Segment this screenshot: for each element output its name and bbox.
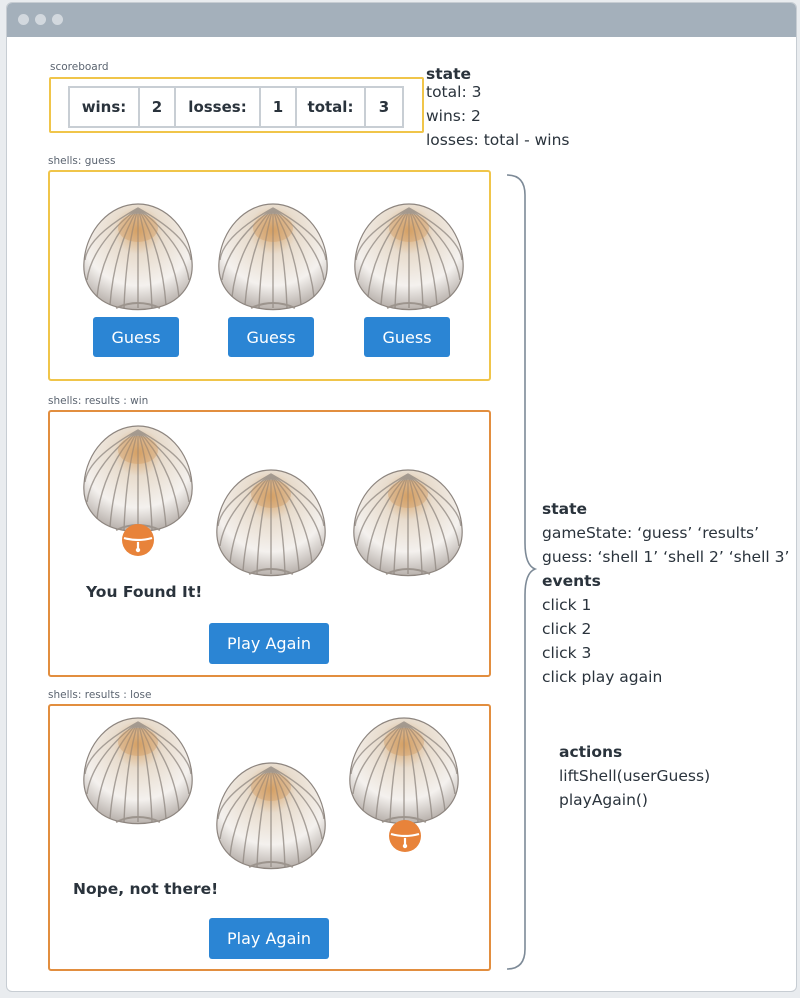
actions-notes: actions liftShell(userGuess) playAgain()	[559, 740, 710, 812]
guess-button-2[interactable]: Guess	[228, 317, 314, 357]
losses-value: 1	[261, 88, 297, 126]
seashell-icon	[80, 200, 196, 312]
browser-window: scoreboard wins: 2 losses: 1 total: 3 st…	[6, 2, 797, 992]
guess-button-3[interactable]: Guess	[364, 317, 450, 357]
seashell-icon	[213, 759, 329, 871]
window-maximize-dot[interactable]	[52, 14, 63, 25]
action-liftshell: liftShell(userGuess)	[559, 767, 711, 785]
state-line-gamestate: gameState: ‘guess’ ‘results’	[542, 524, 760, 542]
pearl-icon	[387, 818, 423, 854]
shells-notes: state gameState: ‘guess’ ‘results’ guess…	[542, 497, 789, 689]
scoreboard-state-note: state total: 3 wins: 2 losses: total - w…	[426, 62, 569, 152]
play-again-button-lose[interactable]: Play Again	[209, 918, 329, 959]
guess-panel-caption: shells: guess	[48, 155, 116, 167]
scoreboard-caption: scoreboard	[50, 61, 109, 73]
state-line-total: total: 3	[426, 83, 482, 101]
guess-button-1[interactable]: Guess	[93, 317, 179, 357]
event-click-3: click 3	[542, 644, 592, 662]
seashell-icon	[350, 466, 466, 578]
shells-state-heading: state	[542, 500, 588, 518]
event-click-1: click 1	[542, 596, 592, 614]
play-again-button-win[interactable]: Play Again	[209, 623, 329, 664]
score-table: wins: 2 losses: 1 total: 3	[68, 86, 404, 128]
seashell-icon	[213, 466, 329, 578]
wins-value: 2	[140, 88, 176, 126]
pearl-icon	[120, 522, 156, 558]
window-close-dot[interactable]	[18, 14, 29, 25]
wins-label: wins:	[70, 88, 140, 126]
losses-label: losses:	[176, 88, 261, 126]
state-line-guess: guess: ‘shell 1’ ‘shell 2’ ‘shell 3’	[542, 548, 790, 566]
seashell-icon	[80, 714, 196, 826]
actions-heading: actions	[559, 743, 623, 761]
event-click-2: click 2	[542, 620, 592, 638]
seashell-icon	[346, 714, 462, 826]
shells-guess-panel: Guess Guess Guess	[48, 170, 491, 381]
total-value: 3	[378, 98, 390, 116]
window-minimize-dot[interactable]	[35, 14, 46, 25]
action-playagain: playAgain()	[559, 791, 648, 809]
total-label: total:	[297, 88, 366, 126]
state-line-wins: wins: 2	[426, 107, 481, 125]
lose-message: Nope, not there!	[73, 880, 219, 898]
seashell-icon	[80, 422, 196, 534]
event-click-play-again: click play again	[542, 668, 663, 686]
shells-results-lose-panel: Nope, not there! Play Again	[48, 704, 491, 971]
scoreboard: wins: 2 losses: 1 total: 3	[49, 77, 424, 133]
lose-panel-caption: shells: results : lose	[48, 689, 152, 701]
state-line-losses: losses: total - wins	[426, 131, 570, 149]
window-titlebar	[7, 3, 796, 37]
seashell-icon	[351, 200, 467, 312]
curly-bracket	[506, 174, 538, 970]
shells-results-win-panel: You Found It! Play Again	[48, 410, 491, 677]
seashell-icon	[215, 200, 331, 312]
win-message: You Found It!	[86, 583, 203, 601]
shells-events-heading: events	[542, 572, 601, 590]
win-panel-caption: shells: results : win	[48, 395, 149, 407]
